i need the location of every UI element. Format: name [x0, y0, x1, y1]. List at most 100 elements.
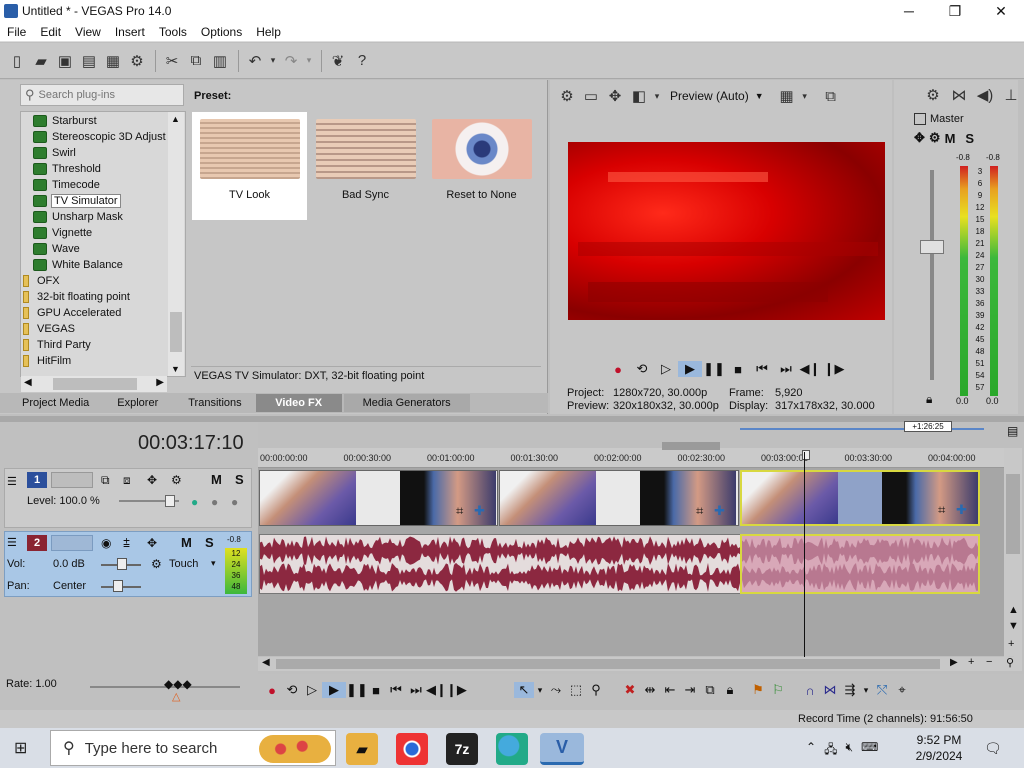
go-to-start-icon[interactable]: ⏮ [386, 682, 406, 698]
overlays-dropdown-icon[interactable]: ▾ [800, 85, 810, 107]
record-icon[interactable]: ● [262, 683, 282, 698]
zoom-in-icon[interactable]: + [968, 656, 974, 668]
folder-item[interactable]: VEGAS [21, 321, 185, 337]
level-slider-handle[interactable] [165, 495, 175, 507]
scroll-up-icon[interactable]: ▲ [1008, 604, 1019, 616]
trim-icon[interactable]: ⇹ [640, 682, 660, 698]
loop-icon[interactable]: ⟲ [282, 682, 302, 698]
selected-audio-clip[interactable] [740, 534, 980, 594]
previous-frame-icon[interactable]: ◀❙ [798, 361, 822, 377]
scroll-down-icon[interactable]: ▼ [171, 364, 180, 374]
delete-icon[interactable]: ✖ [620, 682, 640, 698]
play-icon[interactable]: ▶ [322, 682, 346, 698]
menu-options[interactable]: Options [194, 25, 249, 39]
network-icon[interactable]: 🖧︎ [824, 740, 837, 761]
settings-icon[interactable]: ⚙ [126, 50, 148, 72]
plugin-item[interactable]: Swirl [21, 145, 185, 161]
chevron-up-icon[interactable]: ⌃ [806, 740, 816, 761]
preset-bad-sync[interactable]: Bad Sync [308, 112, 423, 220]
insert-marker-icon[interactable]: ⚑ [748, 682, 768, 698]
go-to-end-icon[interactable]: ⏭ [774, 361, 798, 377]
7zip-icon[interactable]: 7z [446, 733, 478, 765]
preview-quality-dropdown[interactable]: Preview (Auto) [670, 89, 749, 103]
selected-video-clip[interactable]: ⌗ ✚ [740, 470, 980, 526]
track1-mute-button[interactable]: M [211, 472, 222, 487]
plugin-search[interactable]: ⚲ [20, 84, 184, 106]
track2-mute-button[interactable]: M [181, 535, 192, 550]
record-icon[interactable]: ● [606, 362, 630, 377]
normal-edit-tool-icon[interactable]: ↖ [514, 682, 534, 698]
plugin-item[interactable]: Vignette [21, 225, 185, 241]
master-fader-handle[interactable] [920, 240, 944, 254]
composite-icon[interactable]: ● [191, 495, 198, 509]
clock[interactable]: 9:52 PM 2/9/2024 [906, 732, 972, 764]
plugin-item[interactable]: White Balance [21, 257, 185, 273]
pause-icon[interactable]: ❚❚ [346, 682, 368, 698]
automation-icon[interactable]: ⚙ [151, 557, 162, 571]
track-motion-icon[interactable]: ✥ [147, 473, 157, 487]
play-from-start-icon[interactable]: ▷ [654, 361, 678, 377]
plugin-manager-icon[interactable]: ❦ [327, 50, 349, 72]
track-fx-icon[interactable]: ⚙ [171, 473, 182, 487]
trim-start-icon[interactable]: ⇤ [660, 682, 680, 698]
event-fx-icon[interactable]: ✚ [956, 502, 967, 518]
preset-reset-to-none[interactable]: Reset to None [424, 112, 539, 220]
stop-icon[interactable]: ■ [726, 362, 750, 377]
ripple-edit-icon[interactable]: ⇶ [840, 682, 860, 698]
plugin-item[interactable]: Stereoscopic 3D Adjust [21, 129, 185, 145]
go-to-start-icon[interactable]: ⏮ [750, 361, 774, 377]
master-pan-icon[interactable]: ✥ [914, 130, 925, 146]
menu-tools[interactable]: Tools [152, 25, 194, 39]
collapse-track-icon[interactable]: ☰ [7, 475, 17, 488]
video-clip[interactable]: ⌗ ✚ [259, 470, 498, 526]
collapse-track-icon[interactable]: ☰ [7, 536, 17, 549]
track-list-menu-icon[interactable]: ▤ [1007, 424, 1018, 438]
external-monitor-icon[interactable]: ▭ [580, 85, 602, 107]
plugin-item[interactable]: Timecode [21, 177, 185, 193]
windows-start-icon[interactable]: ⊞ [14, 738, 27, 758]
plugin-item[interactable]: Starburst [21, 113, 185, 129]
scroll-right-icon[interactable]: ▶ [950, 657, 958, 668]
new-file-icon[interactable]: ▯ [6, 50, 28, 72]
speaker-icon[interactable]: ◀) [974, 84, 996, 106]
mixer-icon[interactable]: ⊥ [1000, 84, 1022, 106]
scroll-left-icon[interactable]: ◀ [24, 377, 32, 388]
tree-horizontal-scrollbar[interactable]: ◀ ▶ [21, 376, 167, 392]
track-name-field[interactable] [51, 472, 93, 488]
file-explorer-icon[interactable]: ▰ [346, 733, 378, 765]
split-icon[interactable]: ⧉ [700, 682, 720, 698]
go-to-end-icon[interactable]: ⏭ [406, 682, 426, 698]
ignore-grouping-icon[interactable]: ⌖ [892, 682, 912, 698]
lock-icon[interactable]: 🔒︎ [720, 682, 740, 698]
crop-icon[interactable]: ⌗ [456, 503, 463, 519]
timeline-vertical-scrollbar[interactable]: ▤ ▲ ▼ + − [1004, 424, 1022, 670]
rate-slider-handle[interactable]: ◆◆◆ [164, 677, 192, 691]
crop-icon[interactable]: ⌗ [696, 503, 703, 519]
plugin-item[interactable]: Threshold [21, 161, 185, 177]
master-solo-button[interactable]: S [965, 131, 974, 146]
timeline-horizontal-scrollbar[interactable]: ◀ ▶ + − ⚲ [258, 656, 1022, 671]
pause-icon[interactable]: ❚❚ [702, 361, 726, 377]
downmix-icon[interactable]: ⋈ [948, 84, 970, 106]
notification-icon[interactable]: 🗨︎ [984, 740, 1002, 757]
loop-icon[interactable]: ⟲ [630, 361, 654, 377]
close-button[interactable]: ✕ [978, 0, 1024, 22]
master-fx-icon[interactable]: ⚙ [929, 130, 941, 146]
folder-item[interactable]: GPU Accelerated [21, 305, 185, 321]
crop-icon[interactable]: ⌗ [938, 502, 945, 518]
save-icon[interactable]: ▣ [54, 50, 76, 72]
save-as-icon[interactable]: ▤ [78, 50, 100, 72]
plugin-item[interactable]: Unsharp Mask [21, 209, 185, 225]
minimize-button[interactable]: ─ [886, 0, 932, 22]
scroll-down-icon[interactable]: ▼ [1008, 620, 1019, 632]
track2-solo-button[interactable]: S [205, 535, 214, 550]
edit-tool-dropdown-icon[interactable]: ▾ [534, 685, 546, 696]
play-from-start-icon[interactable]: ▷ [302, 682, 322, 698]
zoom-in-icon[interactable]: + [1008, 638, 1014, 650]
lock-icon[interactable]: 🔒︎ [926, 392, 932, 407]
folder-item[interactable]: 32-bit floating point [21, 289, 185, 305]
time-ruler[interactable]: 00:00:00:00 00:00:30:00 00:01:00:00 00:01:3… [258, 442, 1004, 468]
auto-crossfade-icon[interactable]: ⋈ [820, 682, 840, 698]
maximize-button[interactable]: ❐ [932, 0, 978, 22]
vegas-taskbar-icon[interactable]: V [540, 733, 584, 765]
